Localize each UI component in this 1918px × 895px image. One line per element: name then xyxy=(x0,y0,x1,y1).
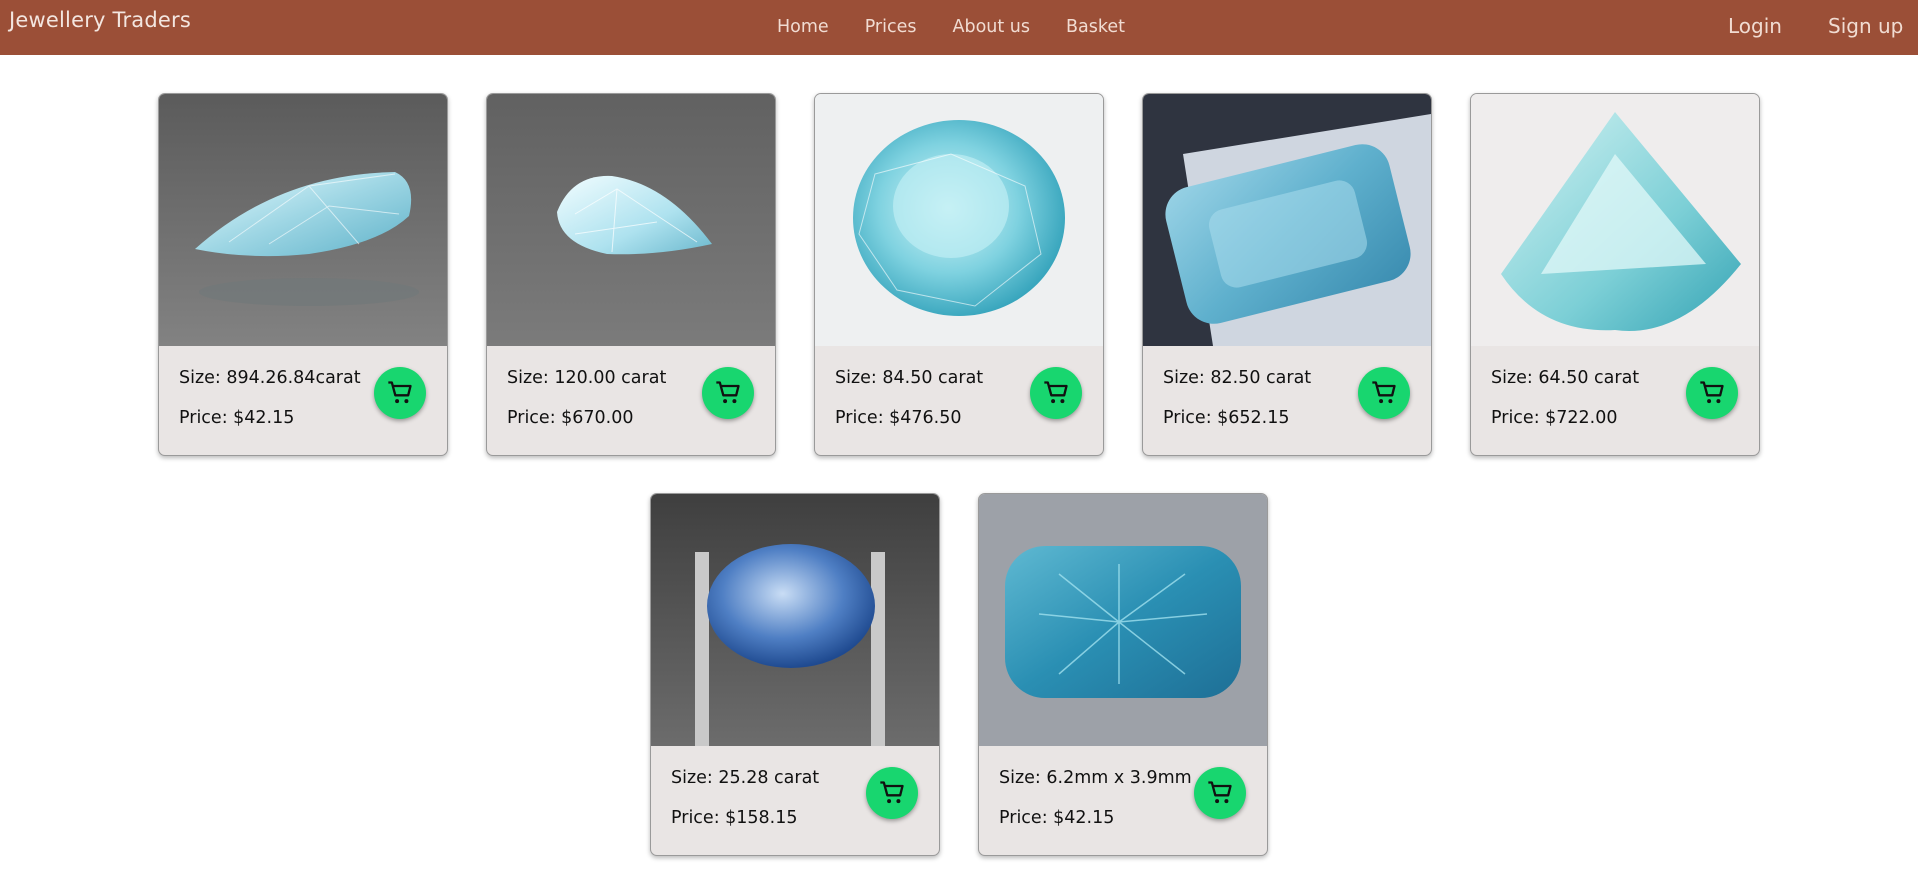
auth-nav: Login Sign up xyxy=(1688,14,1918,44)
shopping-cart-icon xyxy=(880,781,904,804)
add-to-cart-button[interactable] xyxy=(1030,367,1082,419)
login-link[interactable]: Login xyxy=(1728,14,1782,38)
product-image[interactable] xyxy=(1143,94,1431,346)
product-size: Size: 82.50 carat xyxy=(1163,368,1312,388)
product-image[interactable] xyxy=(487,94,775,346)
add-to-cart-button[interactable] xyxy=(866,767,918,819)
nav-basket-link[interactable]: Basket xyxy=(1066,17,1125,37)
product-card: Size: 6.2mm x 3.9mm Price: $42.15 xyxy=(978,493,1268,856)
signup-link[interactable]: Sign up xyxy=(1828,14,1903,38)
product-image[interactable] xyxy=(979,494,1267,746)
product-card: Size: 84.50 carat Price: $476.50 xyxy=(814,93,1104,456)
product-price: Price: $42.15 xyxy=(179,408,295,428)
product-size: Size: 894.26.84carat xyxy=(179,368,361,388)
shopping-cart-icon xyxy=(1208,781,1232,804)
shopping-cart-icon xyxy=(1700,381,1724,404)
product-card: Size: 25.28 carat Price: $158.15 xyxy=(650,493,940,856)
product-size: Size: 6.2mm x 3.9mm xyxy=(999,768,1192,788)
shopping-cart-icon xyxy=(716,381,740,404)
product-card: Size: 64.50 carat Price: $722.00 xyxy=(1470,93,1760,456)
product-price: Price: $722.00 xyxy=(1491,408,1618,428)
product-image[interactable] xyxy=(1471,94,1759,346)
navbar: Jewellery Traders Home Prices About us B… xyxy=(0,0,1918,55)
product-price: Price: $670.00 xyxy=(507,408,634,428)
product-image[interactable] xyxy=(159,94,447,346)
product-card: Size: 120.00 carat Price: $670.00 xyxy=(486,93,776,456)
product-size: Size: 64.50 carat xyxy=(1491,368,1640,388)
shopping-cart-icon xyxy=(1372,381,1396,404)
product-image[interactable] xyxy=(651,494,939,746)
nav-home-link[interactable]: Home xyxy=(777,17,829,37)
add-to-cart-button[interactable] xyxy=(374,367,426,419)
shopping-cart-icon xyxy=(388,381,412,404)
product-card: Size: 894.26.84carat Price: $42.15 xyxy=(158,93,448,456)
shopping-cart-icon xyxy=(1044,381,1068,404)
product-image[interactable] xyxy=(815,94,1103,346)
product-price: Price: $42.15 xyxy=(999,808,1115,828)
product-price: Price: $476.50 xyxy=(835,408,962,428)
nav-prices-link[interactable]: Prices xyxy=(865,17,917,37)
product-card: Size: 82.50 carat Price: $652.15 xyxy=(1142,93,1432,456)
add-to-cart-button[interactable] xyxy=(1194,767,1246,819)
nav-about-link[interactable]: About us xyxy=(953,17,1031,37)
product-price: Price: $652.15 xyxy=(1163,408,1290,428)
product-size: Size: 25.28 carat xyxy=(671,768,820,788)
brand-logo[interactable]: Jewellery Traders xyxy=(9,8,191,32)
product-price: Price: $158.15 xyxy=(671,808,798,828)
product-size: Size: 120.00 carat xyxy=(507,368,667,388)
product-size: Size: 84.50 carat xyxy=(835,368,984,388)
add-to-cart-button[interactable] xyxy=(702,367,754,419)
add-to-cart-button[interactable] xyxy=(1686,367,1738,419)
main-nav: Home Prices About us Basket xyxy=(777,17,1125,37)
add-to-cart-button[interactable] xyxy=(1358,367,1410,419)
